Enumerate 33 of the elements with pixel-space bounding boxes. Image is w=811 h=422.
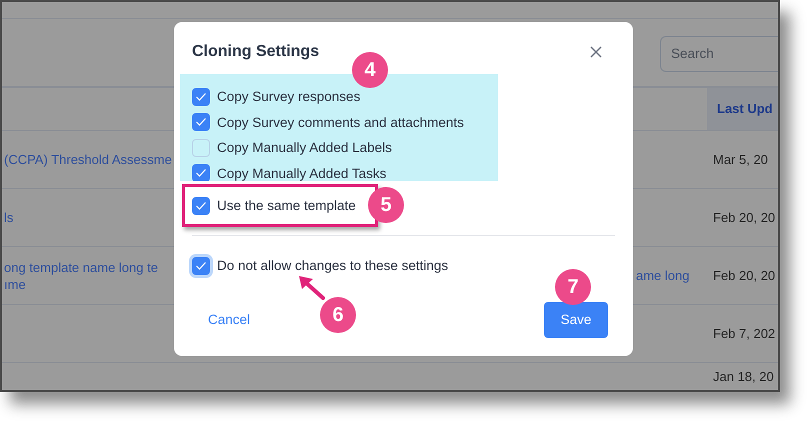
template-link[interactable]: ong template name long te <box>4 258 176 276</box>
template-link[interactable]: ls <box>4 209 176 226</box>
close-icon[interactable] <box>590 46 602 58</box>
option-label: Copy Manually Added Tasks <box>217 166 386 181</box>
checkbox[interactable] <box>192 196 210 215</box>
check-icon <box>195 260 207 271</box>
date-cell: Feb 7, 202 <box>713 326 776 340</box>
checkbox[interactable] <box>192 256 210 275</box>
checkbox[interactable] <box>192 138 210 157</box>
option-label: Copy Manually Added Labels <box>217 140 392 156</box>
option-label: Copy Survey responses <box>217 89 360 104</box>
template-link[interactable]: ıme <box>4 276 176 292</box>
cancel-button[interactable]: Cancel <box>208 312 250 327</box>
option-label: Use the same template <box>217 198 356 214</box>
check-icon <box>195 200 207 211</box>
check-icon <box>195 92 207 102</box>
check-icon <box>195 168 207 178</box>
checkbox[interactable] <box>192 88 210 106</box>
template-link[interactable]: ame long <box>636 267 709 284</box>
check-icon <box>195 117 207 128</box>
checkbox[interactable] <box>192 164 210 181</box>
date-cell: Mar 5, 20 <box>713 152 768 166</box>
date-cell: Jan 18, 20 <box>713 369 774 384</box>
date-cell: Feb 20, 20 <box>713 210 776 224</box>
date-cell: Feb 20, 20 <box>713 268 776 282</box>
option-label: Do not allow changes to these settings <box>217 258 448 274</box>
save-button[interactable]: Save <box>544 302 608 338</box>
dialog-title: Cloning Settings <box>192 43 320 61</box>
checkbox[interactable] <box>192 113 210 132</box>
option-label: Copy Survey comments and attachments <box>217 114 464 130</box>
template-link[interactable]: (CCPA) Threshold Assessme <box>4 151 176 168</box>
column-header[interactable]: Last Upd <box>707 88 778 130</box>
search-field[interactable]: Search <box>660 36 778 72</box>
